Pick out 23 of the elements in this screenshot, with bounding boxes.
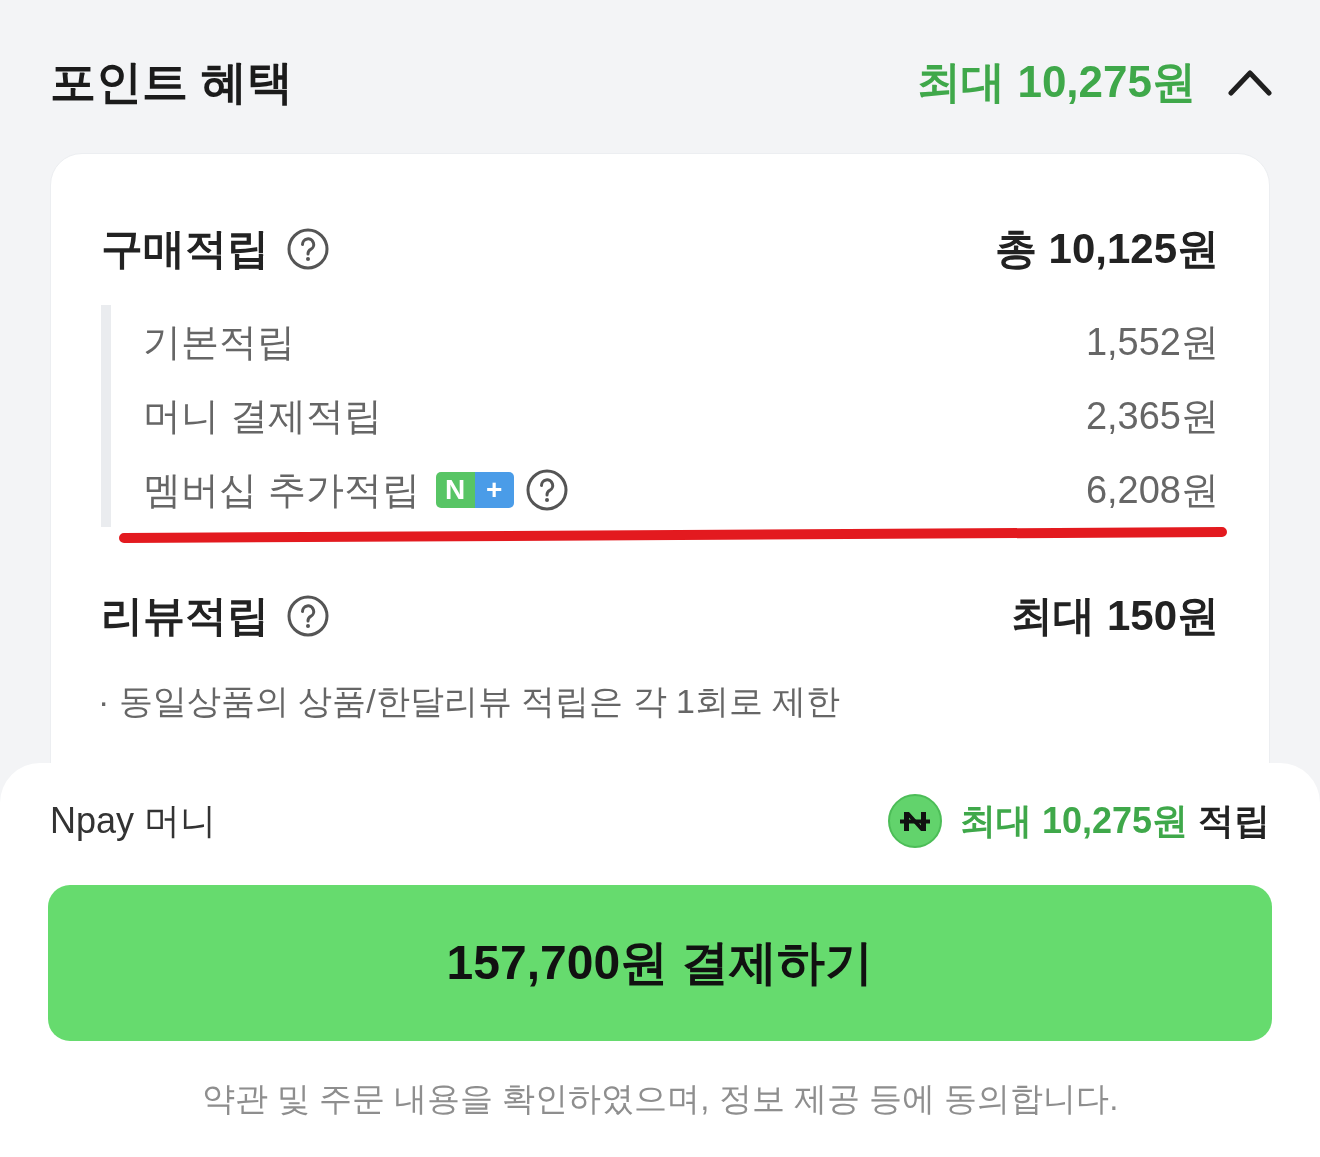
reward-amount: 최대 10,275원 — [959, 798, 1188, 843]
help-icon[interactable] — [525, 469, 568, 511]
benefit-label: 멤버십 추가적립 — [143, 467, 420, 513]
benefit-amount: 6,208원 — [1085, 467, 1219, 513]
section-total: 총 10,125원 — [994, 223, 1219, 274]
coin-icon — [887, 794, 942, 848]
note-text: · 동일상품의 상품/한달리뷰 적립은 각 1회로 제한 — [98, 681, 842, 722]
pay-button[interactable]: 157,700원 결제하기 — [48, 885, 1272, 1041]
section-total: 최대 150원 — [1011, 590, 1219, 641]
reward-label: 적립 — [1198, 798, 1270, 843]
benefit-label: 머니 결제적립 — [143, 393, 382, 439]
section-heading: 리뷰적립 — [101, 590, 269, 641]
benefit-amount: 2,365원 — [1085, 393, 1219, 439]
help-icon[interactable] — [287, 227, 329, 270]
help-icon[interactable] — [287, 594, 329, 637]
section-heading: 구매적립 — [101, 223, 269, 274]
badge-tile: N — [435, 472, 475, 508]
payment-method: Npay 머니 — [50, 798, 217, 843]
benefit-label: 기본적립 — [143, 319, 295, 365]
badge-tile: + — [474, 472, 514, 508]
benefit-amount: 1,552원 — [1085, 319, 1219, 365]
section-title: 포인트 혜택 — [50, 55, 293, 110]
consent-text: 약관 및 주문 내용을 확인하였으며, 정보 제공 등에 동의합니다. — [200, 1079, 1120, 1119]
